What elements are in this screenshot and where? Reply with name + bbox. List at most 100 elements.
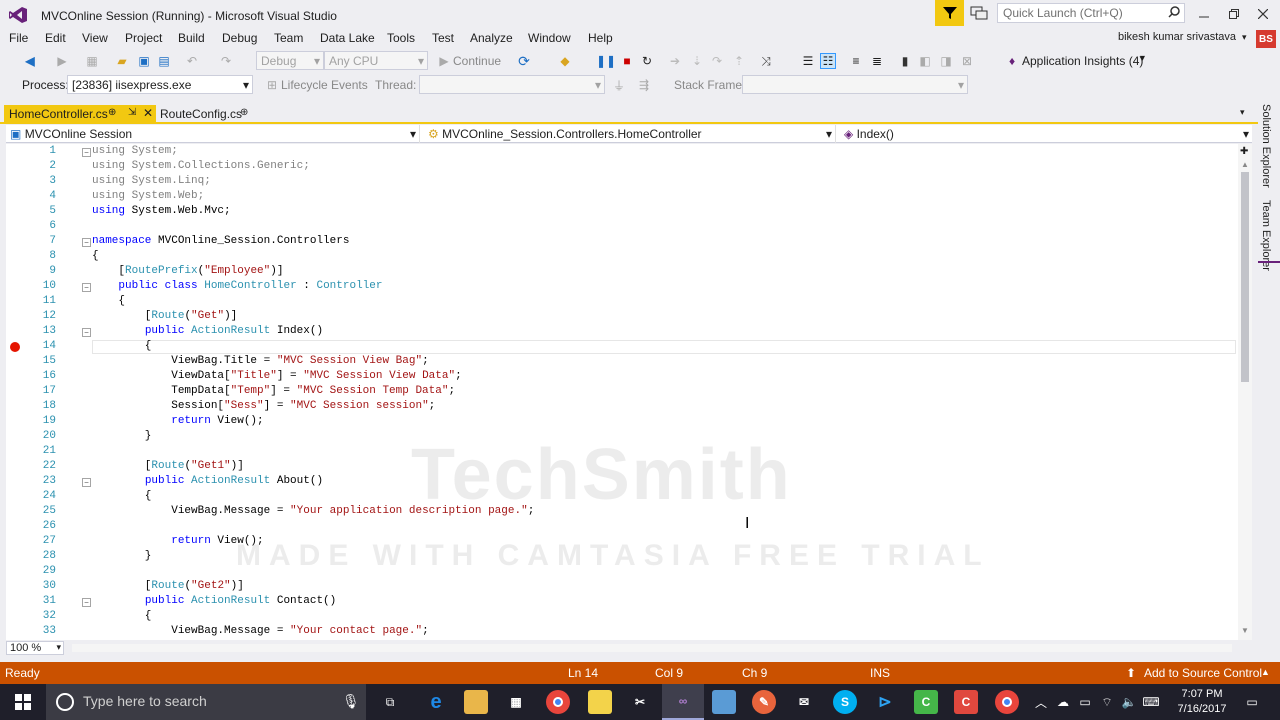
- avatar[interactable]: BS: [1256, 30, 1276, 48]
- split-icon[interactable]: ✚: [1240, 146, 1248, 157]
- continue-button[interactable]: Continue: [453, 54, 501, 68]
- stop-debugging-icon[interactable]: ■: [619, 53, 635, 69]
- show-hidden-icons-icon[interactable]: ︿: [1032, 693, 1050, 711]
- breakpoint-icon[interactable]: [10, 342, 20, 352]
- refresh-icon[interactable]: ⟳: [516, 53, 532, 69]
- play-icon[interactable]: ▶: [436, 53, 452, 69]
- maximize-button[interactable]: [1225, 6, 1243, 22]
- action-center-icon[interactable]: ▭: [1243, 693, 1261, 711]
- stack-frame-icon[interactable]: ⇶: [636, 77, 652, 93]
- file-explorer-icon[interactable]: [464, 690, 488, 714]
- browser-link-icon[interactable]: ◆: [557, 53, 573, 69]
- mail-icon[interactable]: ✉: [792, 690, 816, 714]
- vscode-icon[interactable]: ⊳: [873, 690, 897, 714]
- notepad-icon[interactable]: [712, 690, 736, 714]
- solution-configuration-select[interactable]: Debug ▾: [256, 51, 324, 70]
- cloud-icon[interactable]: ☁: [1054, 693, 1072, 711]
- network-icon[interactable]: ▭: [1076, 693, 1094, 711]
- add-to-source-control-button[interactable]: Add to Source Control: [1144, 666, 1262, 680]
- stack-frame-select[interactable]: ▾: [742, 75, 968, 94]
- collapse-icon[interactable]: −: [82, 598, 91, 607]
- chrome-icon-2[interactable]: [995, 690, 1019, 714]
- system-clock[interactable]: 7:07 PM 7/16/2017: [1168, 687, 1236, 717]
- menu-view[interactable]: View: [82, 31, 108, 45]
- lifecycle-events-icon[interactable]: ⊞: [264, 77, 280, 93]
- notifications-filter-button[interactable]: [935, 0, 964, 26]
- collapse-icon[interactable]: −: [82, 283, 91, 292]
- menu-test[interactable]: Test: [432, 31, 454, 45]
- collapse-icon[interactable]: −: [82, 148, 91, 157]
- menu-debug[interactable]: Debug: [222, 31, 257, 45]
- new-project-icon[interactable]: ▦: [84, 53, 100, 69]
- menu-project[interactable]: Project: [125, 31, 162, 45]
- menu-help[interactable]: Help: [588, 31, 613, 45]
- step-into-icon[interactable]: ⇣: [689, 53, 705, 69]
- chevron-down-icon[interactable]: ▾: [1242, 32, 1247, 43]
- forward-icon[interactable]: ▶: [54, 53, 70, 69]
- horizontal-scrollbar[interactable]: [72, 644, 1232, 652]
- menu-analyze[interactable]: Analyze: [470, 31, 513, 45]
- save-all-icon[interactable]: ▤: [156, 53, 172, 69]
- menu-window[interactable]: Window: [528, 31, 571, 45]
- chrome-icon[interactable]: [546, 690, 570, 714]
- show-threads-icon[interactable]: ☰: [800, 53, 816, 69]
- pin-tab-icon[interactable]: ⇲: [128, 107, 136, 118]
- signed-in-user[interactable]: bikesh kumar srivastava: [1118, 31, 1236, 43]
- wifi-icon[interactable]: ⌔: [1098, 693, 1116, 711]
- application-insights-button[interactable]: Application Insights (4): [1022, 54, 1143, 68]
- close-icon[interactable]: ✕: [143, 106, 153, 120]
- bookmark-icon[interactable]: ▮: [897, 53, 913, 69]
- process-select[interactable]: [23836] iisexpress.exe ▾: [67, 75, 253, 94]
- save-icon[interactable]: ▣: [136, 53, 152, 69]
- camtasia-icon[interactable]: C: [914, 690, 938, 714]
- menu-team[interactable]: Team: [274, 31, 303, 45]
- solution-explorer-tab[interactable]: Solution Explorer: [1260, 104, 1272, 188]
- undo-icon[interactable]: ↶: [184, 53, 200, 69]
- prev-bookmark-icon[interactable]: ◧: [917, 53, 933, 69]
- editor-gutter[interactable]: 1−2 3 4 5 6 7−8 9 10−11 12 13−14 15 16 17 18 19 20 21 22 2…: [6, 144, 91, 640]
- menu-edit[interactable]: Edit: [45, 31, 66, 45]
- app-orange-icon[interactable]: ✎: [752, 690, 776, 714]
- flag-filter-icon[interactable]: ⏚: [611, 77, 627, 93]
- start-button[interactable]: [0, 684, 46, 720]
- scroll-up-icon[interactable]: ▲: [1241, 160, 1249, 169]
- minimize-button[interactable]: [1195, 6, 1213, 22]
- lifecycle-events-button[interactable]: Lifecycle Events: [281, 78, 368, 92]
- collapse-icon[interactable]: −: [82, 328, 91, 337]
- pin-icon[interactable]: ⊕: [108, 107, 116, 118]
- hex-display-icon[interactable]: ⤨: [758, 53, 774, 69]
- zoom-select[interactable]: 100 % ▾: [6, 641, 64, 655]
- redo-icon[interactable]: ↷: [218, 53, 234, 69]
- break-all-icon[interactable]: ❚❚: [596, 53, 616, 69]
- member-select[interactable]: ◈ Index() ▾: [840, 125, 1252, 143]
- visual-studio-taskbar-icon[interactable]: ∞: [662, 684, 704, 720]
- sticky-notes-icon[interactable]: [588, 690, 612, 714]
- volume-icon[interactable]: 🔈: [1120, 693, 1138, 711]
- close-button[interactable]: [1254, 6, 1272, 22]
- language-icon[interactable]: ⌨: [1142, 693, 1160, 711]
- next-bookmark-icon[interactable]: ◨: [938, 53, 954, 69]
- chevron-down-icon[interactable]: ▾: [1140, 53, 1145, 64]
- microphone-icon[interactable]: 🎙: [342, 693, 360, 710]
- open-folder-icon[interactable]: ▰: [114, 53, 130, 69]
- step-out-icon[interactable]: ⇡: [731, 53, 747, 69]
- scroll-down-icon[interactable]: ▼: [1241, 626, 1249, 635]
- step-over-icon[interactable]: ↷: [709, 53, 725, 69]
- taskbar-search-box[interactable]: Type here to search 🎙: [46, 684, 366, 720]
- store-icon[interactable]: ▦: [504, 690, 528, 714]
- collapse-icon[interactable]: −: [82, 238, 91, 247]
- class-select[interactable]: ⚙ MVCOnline_Session.Controllers.HomeCont…: [424, 125, 836, 143]
- menu-file[interactable]: File: [9, 31, 28, 45]
- restart-icon[interactable]: ↻: [639, 53, 655, 69]
- snipping-tool-icon[interactable]: ✂: [628, 690, 652, 714]
- recorder-icon[interactable]: C: [954, 690, 978, 714]
- tab-home-controller[interactable]: HomeController.cs ⊕ ⇲ ✕: [4, 105, 156, 124]
- solution-platform-select[interactable]: Any CPU ▾: [324, 51, 428, 70]
- code-editor[interactable]: 1−2 3 4 5 6 7−8 9 10−11 12 13−14 15 16 17 18 19 20 21 22 2…: [6, 144, 1238, 640]
- menu-data-lake[interactable]: Data Lake: [320, 31, 375, 45]
- collapse-icon[interactable]: −: [82, 478, 91, 487]
- edge-icon[interactable]: e: [424, 690, 448, 714]
- outdent-icon[interactable]: ≣: [869, 53, 885, 69]
- feedback-icon[interactable]: [970, 5, 990, 23]
- project-select[interactable]: ▣ MVCOnline Session ▾: [6, 125, 420, 143]
